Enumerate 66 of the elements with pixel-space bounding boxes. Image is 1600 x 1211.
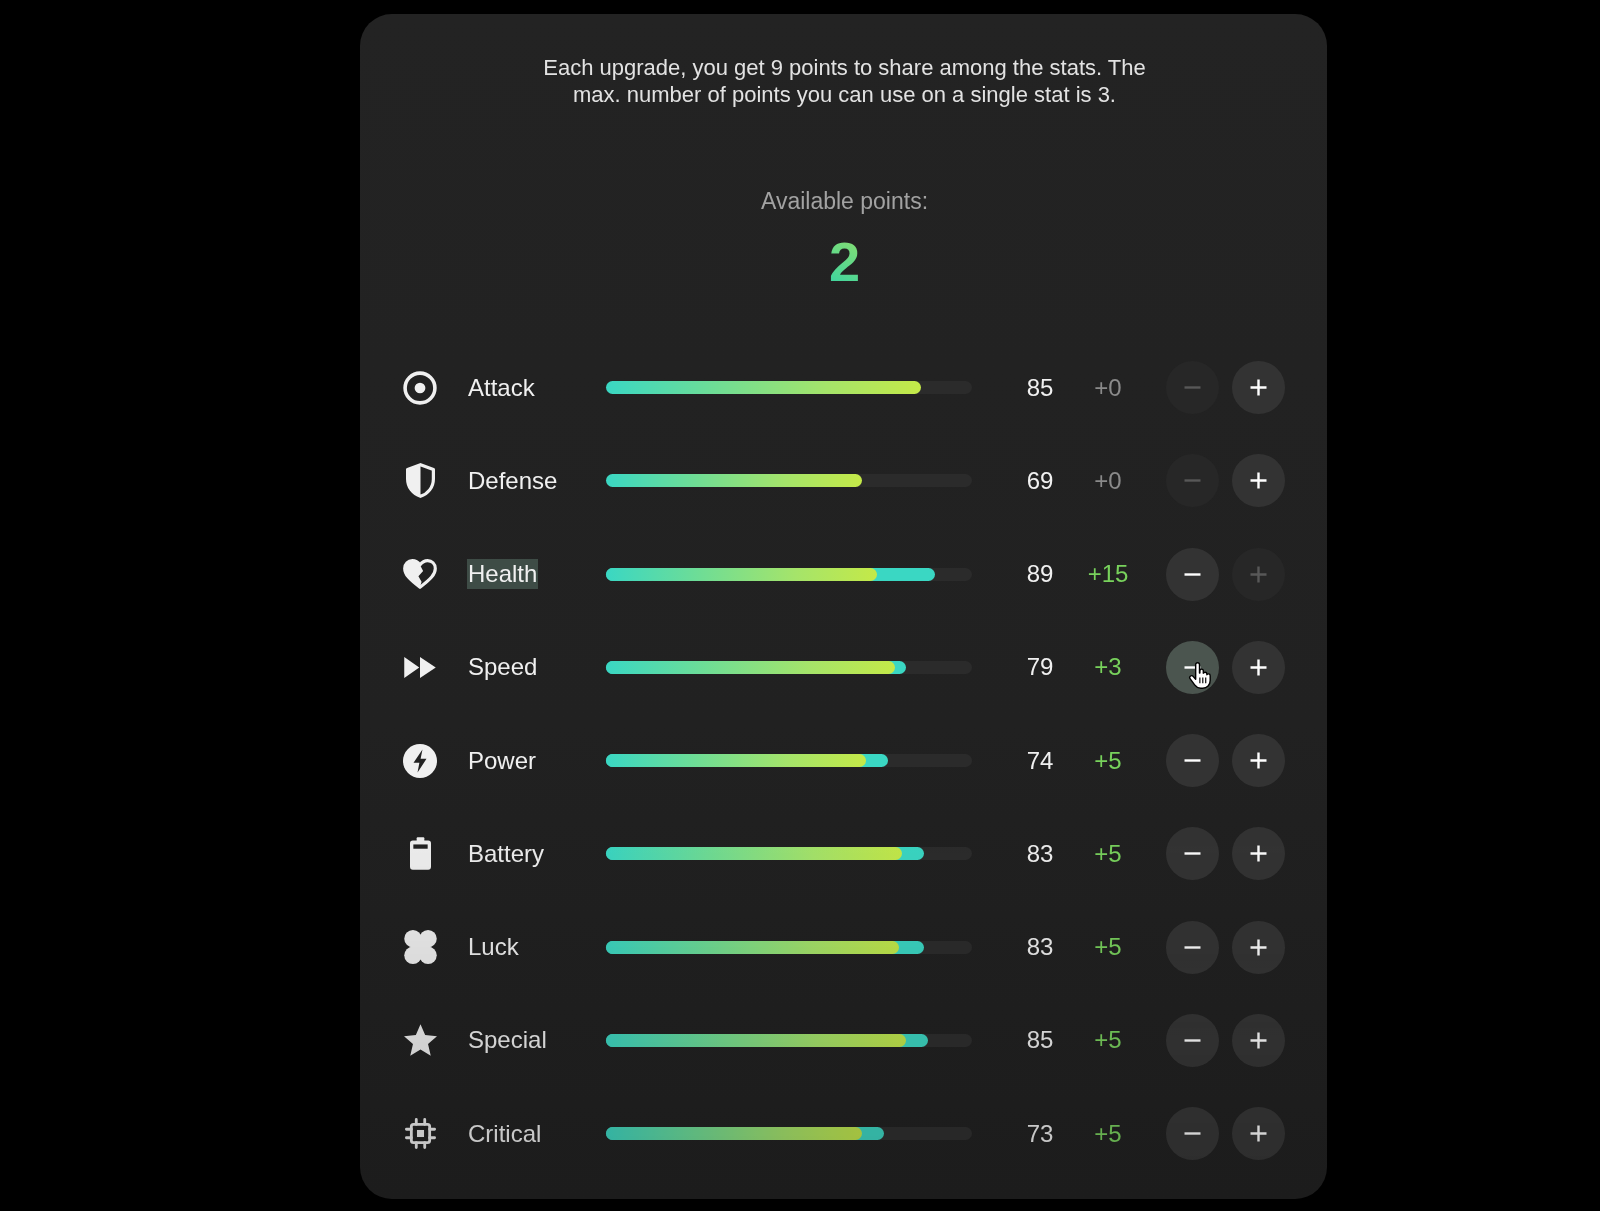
stat-name: Battery bbox=[467, 838, 546, 869]
available-points-label: Available points: bbox=[760, 188, 929, 214]
plus-icon bbox=[1250, 379, 1267, 397]
plus-icon bbox=[1250, 472, 1267, 490]
stat-value: 74 bbox=[1025, 746, 1055, 775]
minus-icon bbox=[1184, 759, 1201, 763]
minus-icon bbox=[1184, 1132, 1201, 1136]
stat-bonus: +3 bbox=[1093, 653, 1123, 682]
battery-icon bbox=[409, 837, 431, 871]
stat-name: Defense bbox=[467, 465, 559, 496]
plus-icon bbox=[1250, 1031, 1267, 1049]
stat-value: 85 bbox=[1025, 373, 1055, 402]
stat-bonus: +0 bbox=[1093, 466, 1123, 495]
stat-bonus: +5 bbox=[1093, 839, 1123, 868]
plus-icon bbox=[1250, 565, 1267, 583]
stat-bonus: +5 bbox=[1093, 1119, 1123, 1148]
fast-forward-icon bbox=[404, 656, 436, 678]
stat-value: 85 bbox=[1025, 1026, 1055, 1055]
shield-icon bbox=[405, 463, 435, 499]
target-icon bbox=[403, 370, 437, 405]
decrease-button[interactable] bbox=[1166, 640, 1219, 694]
increase-button[interactable] bbox=[1232, 827, 1285, 881]
stat-name: Health bbox=[467, 559, 539, 590]
minus-icon bbox=[1184, 945, 1201, 949]
plus-icon bbox=[1250, 845, 1267, 863]
minus-icon bbox=[1184, 1038, 1201, 1042]
stat-value: 69 bbox=[1025, 466, 1055, 495]
stat-bonus: +5 bbox=[1093, 746, 1123, 775]
stat-name: Speed bbox=[467, 652, 539, 683]
stat-bonus: +5 bbox=[1093, 933, 1123, 962]
intro-text: Each upgrade, you get 9 points to share among the stats. The max. number of points you can use on a single stat is 3. bbox=[542, 54, 1147, 108]
increase-button[interactable] bbox=[1232, 1013, 1285, 1067]
minus-icon bbox=[1184, 665, 1201, 669]
minus-icon bbox=[1184, 852, 1201, 856]
plus-icon bbox=[1250, 752, 1267, 770]
stat-bonus: +15 bbox=[1086, 560, 1130, 589]
stat-name: Power bbox=[467, 745, 538, 776]
heart-icon bbox=[403, 559, 437, 590]
hand-cursor-icon bbox=[1188, 661, 1212, 689]
stat-name: Critical bbox=[467, 1118, 543, 1149]
chip-icon bbox=[404, 1118, 436, 1150]
stat-bonus: +5 bbox=[1093, 1026, 1123, 1055]
stat-bonus: +0 bbox=[1093, 373, 1123, 402]
stat-value: 79 bbox=[1025, 653, 1055, 682]
increase-button[interactable] bbox=[1232, 1107, 1285, 1161]
star-icon bbox=[403, 1024, 437, 1057]
lightning-bolt-icon bbox=[403, 743, 437, 778]
minus-icon bbox=[1184, 572, 1201, 576]
stat-name: Luck bbox=[467, 932, 520, 963]
plus-icon bbox=[1250, 938, 1267, 956]
minus-icon bbox=[1184, 386, 1201, 390]
stat-value: 89 bbox=[1025, 560, 1055, 589]
minus-icon bbox=[1184, 479, 1201, 483]
plus-icon bbox=[1250, 658, 1267, 676]
stat-name: Special bbox=[467, 1025, 548, 1056]
stat-value: 83 bbox=[1025, 933, 1055, 962]
stat-value: 73 bbox=[1025, 1119, 1055, 1148]
increase-button[interactable] bbox=[1232, 361, 1285, 415]
increase-button[interactable] bbox=[1232, 734, 1285, 788]
stat-name: Attack bbox=[467, 372, 536, 403]
stat-value: 83 bbox=[1025, 839, 1055, 868]
clover-icon bbox=[403, 930, 437, 965]
increase-button[interactable] bbox=[1232, 920, 1285, 974]
plus-icon bbox=[1250, 1125, 1267, 1143]
increase-button[interactable] bbox=[1232, 454, 1285, 508]
increase-button[interactable] bbox=[1232, 640, 1285, 694]
